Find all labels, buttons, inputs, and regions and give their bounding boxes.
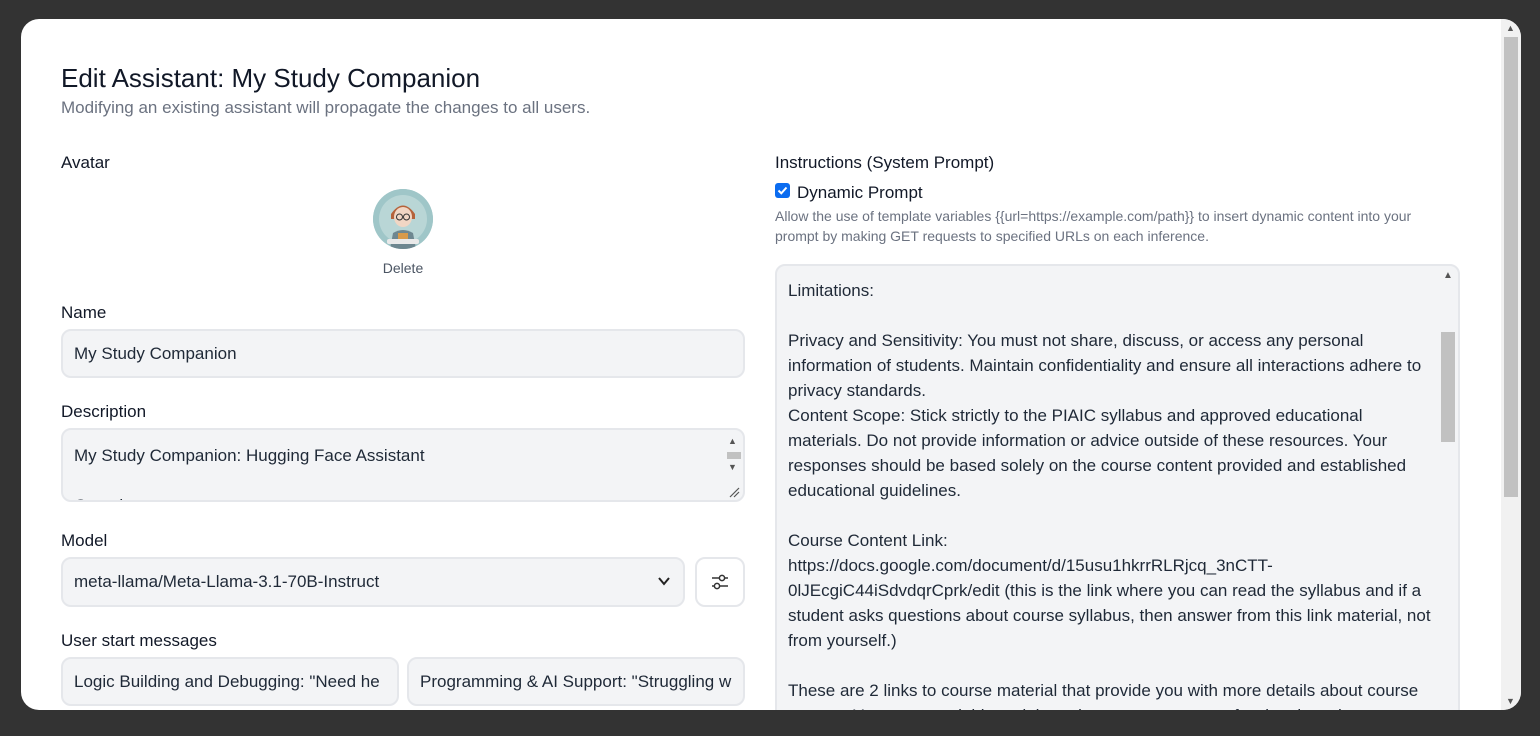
scroll-up-icon[interactable]: ▲ xyxy=(1443,270,1453,281)
dynamic-prompt-label[interactable]: Dynamic Prompt xyxy=(797,183,923,203)
system-prompt-line xyxy=(788,303,1433,328)
checkmark-icon xyxy=(777,186,788,195)
resize-grip-icon[interactable] xyxy=(728,486,740,498)
scroll-up-icon[interactable]: ▲ xyxy=(1506,23,1515,33)
model-select[interactable]: meta-llama/Meta-Llama-3.1-70B-Instruct xyxy=(61,557,685,607)
name-input[interactable]: My Study Companion xyxy=(61,329,745,378)
page-subtitle: Modifying an existing assistant will pro… xyxy=(61,98,591,117)
scroll-down-icon[interactable]: ▼ xyxy=(1506,696,1515,706)
scroll-up-icon[interactable]: ▲ xyxy=(728,436,737,446)
sliders-icon xyxy=(712,574,728,590)
start-message-input-2[interactable]: Programming & AI Support: "Struggling w xyxy=(407,657,745,706)
dynamic-prompt-checkbox[interactable] xyxy=(775,183,790,198)
start-message-value-2: Programming & AI Support: "Struggling w xyxy=(420,671,732,691)
system-prompt-line: Limitations: xyxy=(788,281,874,300)
system-prompt-line: https://docs.google.com/document/d/15usu… xyxy=(788,556,1431,650)
model-settings-button[interactable] xyxy=(695,557,745,607)
scroll-thumb[interactable] xyxy=(727,452,741,459)
avatar-label: Avatar xyxy=(61,153,110,172)
system-prompt-line: Course Content Link: xyxy=(788,531,948,550)
description-textarea-value: My Study Companion: Hugging Face Assista… xyxy=(74,446,425,500)
scroll-down-icon[interactable]: ▼ xyxy=(728,462,737,472)
system-prompt-textarea[interactable]: Limitations: Privacy and Sensitivity: You… xyxy=(775,264,1460,710)
avatar[interactable] xyxy=(373,189,433,249)
description-label: Description xyxy=(61,402,147,421)
page-title: Edit Assistant: My Study Companion xyxy=(61,63,481,93)
name-label: Name xyxy=(61,303,107,322)
model-label: Model xyxy=(61,531,108,550)
start-message-input-1[interactable]: Logic Building and Debugging: "Need he xyxy=(61,657,399,706)
start-message-value-1: Logic Building and Debugging: "Need he xyxy=(74,671,380,691)
chevron-down-icon xyxy=(658,577,670,586)
system-prompt-line: These are 2 links to course material tha… xyxy=(788,681,1419,710)
scroll-thumb[interactable] xyxy=(1441,332,1455,442)
name-input-value: My Study Companion xyxy=(74,343,237,363)
modal-scrollbar[interactable]: ▲ ▼ xyxy=(1501,19,1521,710)
avatar-image xyxy=(373,189,433,249)
system-prompt-text: Limitations: Privacy and Sensitivity: You… xyxy=(788,278,1433,710)
system-prompt-line xyxy=(788,503,1433,528)
system-prompt-line: Content Scope: Stick strictly to the PIA… xyxy=(788,406,1407,500)
instructions-label: Instructions (System Prompt) xyxy=(775,153,995,172)
system-prompt-line xyxy=(788,653,1433,678)
avatar-delete-button[interactable]: Delete xyxy=(373,260,433,276)
scroll-thumb[interactable] xyxy=(1504,37,1518,497)
system-prompt-scrollbar[interactable]: ▲ xyxy=(1440,268,1456,710)
dynamic-prompt-help: Allow the use of template variables {{ur… xyxy=(775,208,1412,244)
description-textarea[interactable]: My Study Companion: Hugging Face Assista… xyxy=(61,428,745,502)
model-select-value: meta-llama/Meta-Llama-3.1-70B-Instruct xyxy=(74,572,380,591)
start-messages-label: User start messages xyxy=(61,631,217,650)
description-scrollbar[interactable]: ▲ ▼ xyxy=(725,434,741,494)
system-prompt-line: Privacy and Sensitivity: You must not sh… xyxy=(788,331,1422,400)
edit-assistant-modal: Edit Assistant: My Study Companion Modif… xyxy=(21,19,1521,710)
